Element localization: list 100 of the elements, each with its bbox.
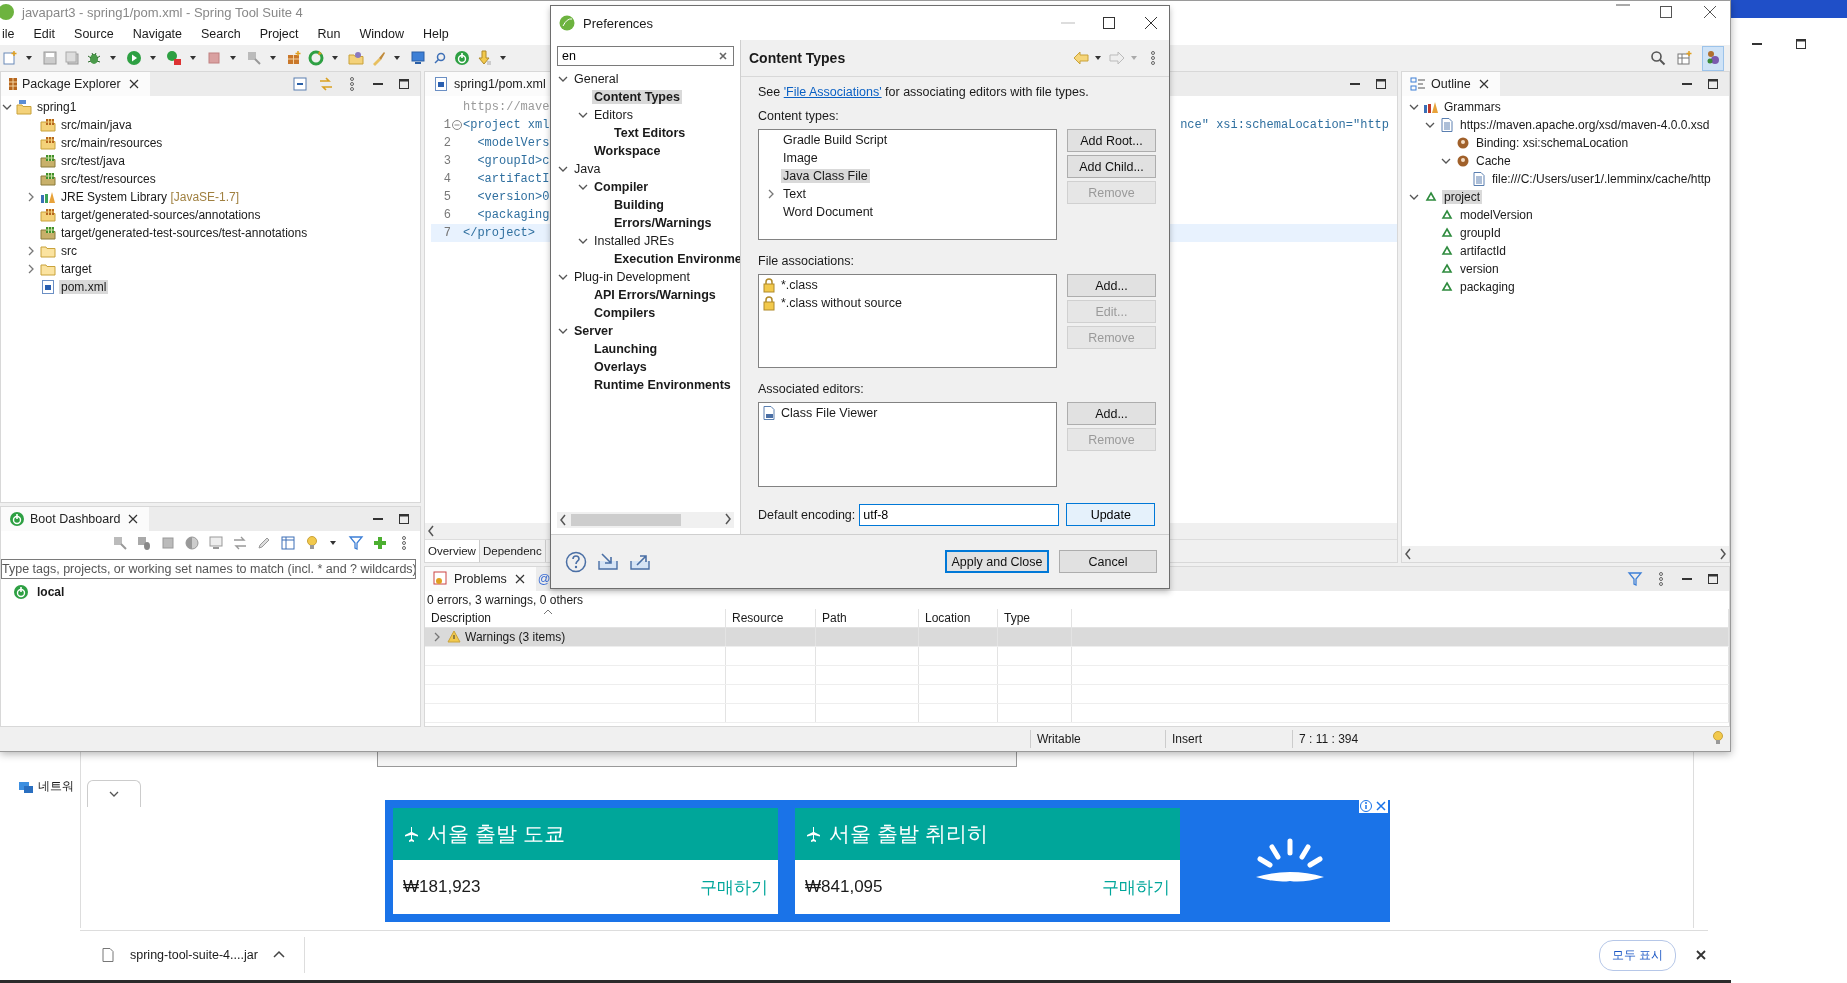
list-item[interactable]: Class File Viewer — [779, 406, 880, 420]
column-header[interactable]: Type — [997, 609, 1072, 628]
fold-icon[interactable] — [451, 117, 463, 133]
tree-item[interactable]: artifactId — [1458, 244, 1509, 258]
view-tab[interactable]: Outline — [1402, 72, 1500, 96]
tree-item[interactable]: src/main/resources — [59, 136, 165, 150]
help-icon[interactable] — [565, 550, 587, 573]
dropdown-icon[interactable] — [499, 54, 507, 62]
tree-item[interactable]: packaging — [1458, 280, 1517, 294]
file-associations-link[interactable]: 'File Associations' — [783, 85, 882, 99]
plus-icon[interactable] — [372, 535, 388, 551]
download-item[interactable]: spring-tool-suite-4....jar — [130, 948, 258, 962]
refresh-icon[interactable] — [308, 50, 324, 66]
tree-item[interactable]: API Errors/Warnings — [592, 288, 718, 302]
column-header[interactable]: Location — [918, 609, 998, 628]
apply-and-close-button[interactable]: Apply and Close — [945, 550, 1049, 573]
tree-item[interactable]: Workspace — [592, 144, 663, 158]
tree-item[interactable]: project — [1442, 190, 1483, 204]
list-item[interactable]: Java Class File — [781, 169, 870, 183]
tree-item[interactable]: Java — [572, 162, 603, 176]
tree-item[interactable]: Binding: xsi:schemaLocation — [1474, 136, 1631, 150]
scroll-right-icon[interactable] — [1717, 546, 1729, 562]
close-icon[interactable] — [1702, 4, 1718, 20]
tree-item[interactable]: groupId — [1458, 226, 1503, 240]
dropdown-icon[interactable] — [25, 54, 33, 62]
dropdown-icon[interactable] — [393, 54, 401, 62]
list-item[interactable]: Image — [781, 151, 820, 165]
view-tab[interactable]: Package Explorer — [1, 72, 150, 96]
dialog-button[interactable]: Add Child... — [1067, 155, 1156, 178]
tree-item[interactable]: Content Types — [592, 90, 682, 104]
scroll-left-icon[interactable] — [425, 523, 437, 539]
scroll-left-icon[interactable] — [1402, 546, 1414, 562]
tree-item[interactable]: version — [1458, 262, 1501, 276]
scrollbar-thumb[interactable] — [571, 514, 681, 526]
tree-item[interactable]: Plug-in Development — [572, 270, 693, 284]
maximize-icon[interactable] — [396, 76, 412, 92]
filter-field[interactable]: en — [557, 46, 734, 66]
tree-item[interactable]: Compiler — [592, 180, 651, 194]
close-icon[interactable] — [1143, 15, 1159, 31]
tree-item[interactable]: target — [59, 262, 94, 276]
collapse-all-icon[interactable] — [292, 76, 308, 92]
tree-item[interactable]: pom.xml — [59, 280, 109, 294]
view-tab[interactable]: Boot Dashboard — [1, 507, 150, 531]
maximize-icon[interactable] — [1793, 36, 1809, 52]
menu-item[interactable]: Source — [72, 27, 116, 41]
tree-item[interactable]: src/main/java — [59, 118, 134, 132]
table-icon[interactable] — [280, 535, 296, 551]
column-header[interactable]: Resource — [725, 609, 816, 628]
dropdown-icon[interactable] — [269, 54, 277, 62]
scroll-left-icon[interactable] — [557, 512, 569, 528]
show-all-button[interactable]: 모두 표시 — [1598, 939, 1676, 971]
dropdown-icon[interactable] — [331, 54, 339, 62]
maximize-icon[interactable] — [396, 511, 412, 527]
tree-item[interactable]: Compilers — [592, 306, 658, 320]
encoding-field[interactable]: utf-8 — [859, 503, 1060, 526]
list-item[interactable]: *.class — [779, 278, 820, 292]
flight-card[interactable]: 서울 출발 취리히 ₩841,095 구매하기 — [795, 808, 1180, 914]
menu-item[interactable]: Help — [420, 27, 451, 41]
tree-item[interactable]: Installed JREs — [592, 234, 676, 248]
flight-card[interactable]: 서울 출발 도쿄 ₩181,923 구매하기 — [393, 808, 778, 914]
java-perspective-icon[interactable] — [1705, 48, 1721, 65]
tree-item[interactable]: spring1 — [35, 100, 79, 114]
info-icon[interactable] — [1359, 799, 1373, 813]
tree-item[interactable]: local — [35, 585, 67, 599]
search-icon[interactable] — [1650, 50, 1666, 66]
tree-item[interactable]: src/test/resources — [59, 172, 158, 186]
column-header[interactable]: Description — [425, 609, 726, 628]
console-icon[interactable] — [208, 535, 224, 551]
close-icon[interactable] — [1694, 948, 1708, 962]
menu-item[interactable]: Project — [257, 27, 301, 41]
dropdown-icon[interactable] — [149, 54, 157, 62]
tree-item[interactable]: src — [59, 244, 79, 258]
tree-item[interactable]: General — [572, 72, 621, 86]
dropdown-icon[interactable] — [1094, 54, 1102, 62]
tree-item[interactable]: Launching — [592, 342, 660, 356]
tree-item[interactable]: target/generated-test-sources/test-annotations — [59, 226, 310, 240]
folder-icon[interactable] — [348, 50, 364, 66]
maximize-icon[interactable] — [1101, 15, 1117, 31]
tree-item[interactable]: Runtime Environments — [592, 378, 733, 392]
tree-item[interactable]: file:///C:/Users/user1/.lemminx/cache/http — [1490, 172, 1713, 186]
editor-page-tab[interactable]: Overview — [425, 540, 480, 562]
dropdown-icon[interactable] — [229, 54, 237, 62]
clear-icon[interactable] — [717, 50, 729, 62]
editor-page-tab[interactable]: Dependenc — [479, 540, 546, 562]
power-icon[interactable] — [454, 50, 470, 66]
tree-item[interactable]: target/generated-sources/annotations — [59, 208, 263, 222]
maximize-icon[interactable] — [1705, 76, 1721, 92]
maximize-icon[interactable] — [1658, 4, 1674, 20]
tree-item[interactable]: Server — [572, 324, 615, 338]
cancel-button[interactable]: Cancel — [1059, 550, 1157, 573]
menu-item[interactable]: Navigate — [130, 27, 184, 41]
lightbulb-icon[interactable] — [304, 535, 320, 551]
ad-banner[interactable]: 서울 출발 도쿄 ₩181,923 구매하기 서울 출발 취리히 ₩841,095 구매하기 — [385, 800, 1390, 922]
view-tab[interactable]: Problems — [425, 567, 536, 591]
list-box[interactable]: Class File Viewer — [758, 402, 1057, 487]
dropdown-icon[interactable] — [109, 54, 117, 62]
search-link-icon[interactable] — [432, 50, 448, 66]
tree-item[interactable]: Building — [612, 198, 666, 212]
tree-item[interactable]: JRE System Library [JavaSE-1.7] — [59, 190, 242, 204]
package-icon[interactable] — [286, 50, 302, 66]
